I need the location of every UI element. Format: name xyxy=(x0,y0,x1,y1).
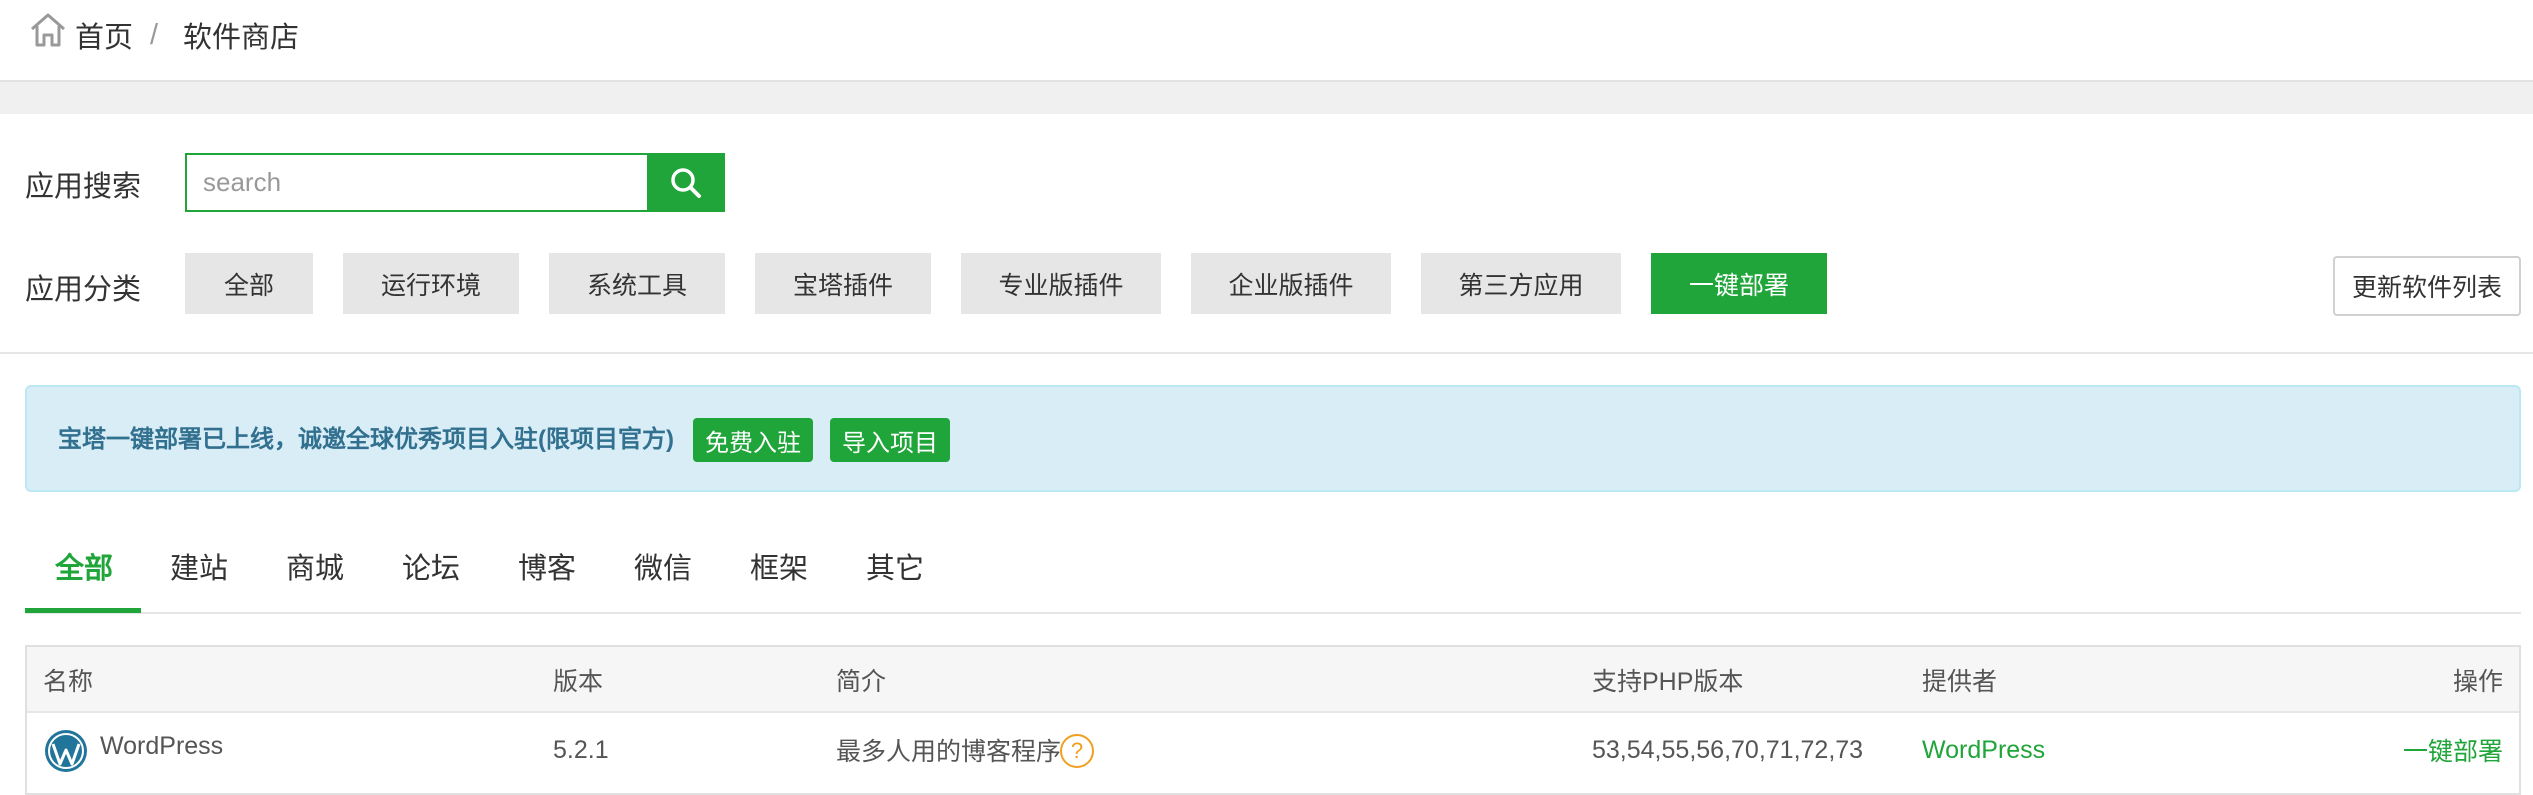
tab-wechat[interactable]: 微信 xyxy=(634,538,692,594)
column-header-description: 简介 xyxy=(836,668,887,696)
top-bar xyxy=(0,0,2533,82)
row-name: WordPress xyxy=(100,731,224,760)
category-pro-plugins[interactable]: 专业版插件 xyxy=(961,253,1161,314)
update-software-list-button[interactable]: 更新软件列表 xyxy=(2333,256,2521,316)
section-divider xyxy=(0,352,2533,354)
divider-strip xyxy=(0,82,2533,114)
category-runtime[interactable]: 运行环境 xyxy=(343,253,519,314)
tab-other[interactable]: 其它 xyxy=(866,538,924,594)
category-label: 应用分类 xyxy=(25,274,142,306)
free-join-button[interactable]: 免费入驻 xyxy=(693,418,813,462)
table-header xyxy=(27,647,2519,713)
row-description: 最多人用的博客程序 xyxy=(836,738,1062,766)
search-label: 应用搜索 xyxy=(25,171,142,203)
tab-website[interactable]: 建站 xyxy=(170,538,228,594)
tab-mall[interactable]: 商城 xyxy=(286,538,344,594)
row-provider-link[interactable]: WordPress xyxy=(1922,716,2045,784)
one-click-deploy-link[interactable]: 一键部署 xyxy=(2380,716,2503,784)
banner-text: 宝塔一键部署已上线，诚邀全球优秀项目入驻(限项目官方) xyxy=(58,426,674,453)
column-header-php-versions: 支持PHP版本 xyxy=(1592,668,1744,696)
category-all[interactable]: 全部 xyxy=(185,253,313,314)
search-button[interactable] xyxy=(647,153,725,212)
breadcrumb-separator: / xyxy=(150,18,159,51)
tab-forum[interactable]: 论坛 xyxy=(402,538,460,594)
column-header-provider: 提供者 xyxy=(1922,668,1998,696)
breadcrumb-home[interactable]: 首页 xyxy=(75,10,133,60)
tab-bar-line xyxy=(25,612,2521,614)
search-input[interactable] xyxy=(185,153,648,212)
wordpress-logo xyxy=(43,728,89,774)
search-icon xyxy=(671,167,701,198)
category-third-party[interactable]: 第三方应用 xyxy=(1421,253,1621,314)
breadcrumb-current: 软件商店 xyxy=(183,22,300,54)
column-header-version: 版本 xyxy=(553,668,604,696)
import-project-button[interactable]: 导入项目 xyxy=(830,418,950,462)
home-icon[interactable] xyxy=(28,10,72,54)
row-php-versions: 53,54,55,56,70,71,72,73 xyxy=(1592,735,1864,764)
active-tab-indicator xyxy=(25,608,141,613)
tab-blog[interactable]: 博客 xyxy=(518,538,576,594)
category-system-tools[interactable]: 系统工具 xyxy=(549,253,725,314)
tab-all[interactable]: 全部 xyxy=(55,538,113,594)
column-header-action: 操作 xyxy=(2452,668,2503,696)
column-header-name: 名称 xyxy=(43,668,94,696)
category-enterprise-plugins[interactable]: 企业版插件 xyxy=(1191,253,1391,314)
tab-framework[interactable]: 框架 xyxy=(750,538,808,594)
help-icon[interactable]: ? xyxy=(1060,734,1094,768)
category-bt-plugins[interactable]: 宝塔插件 xyxy=(755,253,931,314)
category-one-click-deploy[interactable]: 一键部署 xyxy=(1651,253,1827,314)
row-version: 5.2.1 xyxy=(553,735,609,764)
